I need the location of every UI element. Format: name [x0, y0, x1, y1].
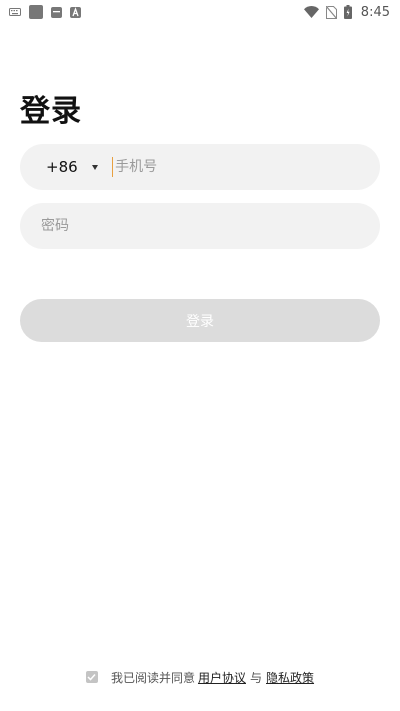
- text-cursor: [111, 157, 114, 177]
- status-bar-notifications: [9, 4, 81, 20]
- no-sim-icon: [325, 5, 337, 19]
- agreement-prefix: 我已阅读并同意: [110, 670, 195, 685]
- status-bar: 8:45: [0, 0, 400, 24]
- phone-input[interactable]: [115, 144, 380, 190]
- page-title: 登录: [20, 94, 82, 129]
- square-notification-icon: [29, 5, 43, 19]
- wifi-icon: [303, 6, 319, 18]
- login-button[interactable]: 登录: [20, 299, 380, 342]
- agreement-row: 我已阅读并同意 用户协议 与 隐私政策: [0, 668, 400, 686]
- battery-icon: [343, 5, 352, 19]
- inbox-icon: [51, 6, 62, 18]
- phone-field[interactable]: +86: [20, 144, 380, 190]
- privacy-policy-link[interactable]: 隐私政策: [266, 669, 314, 686]
- country-code-value: +86: [46, 158, 78, 176]
- status-time: 8:45: [360, 4, 390, 20]
- status-bar-system: 8:45: [303, 3, 390, 21]
- dropdown-caret-icon: [91, 164, 98, 170]
- user-agreement-link[interactable]: 用户协议: [198, 669, 246, 686]
- agreement-and: 与: [250, 670, 263, 685]
- a-app-icon: [70, 6, 81, 18]
- agreement-checkbox[interactable]: [85, 671, 98, 683]
- checkmark-icon: [87, 673, 97, 681]
- password-input[interactable]: [41, 203, 380, 249]
- password-field[interactable]: [20, 203, 380, 249]
- country-code-selector[interactable]: +86: [46, 144, 98, 190]
- keyboard-icon: [9, 8, 21, 16]
